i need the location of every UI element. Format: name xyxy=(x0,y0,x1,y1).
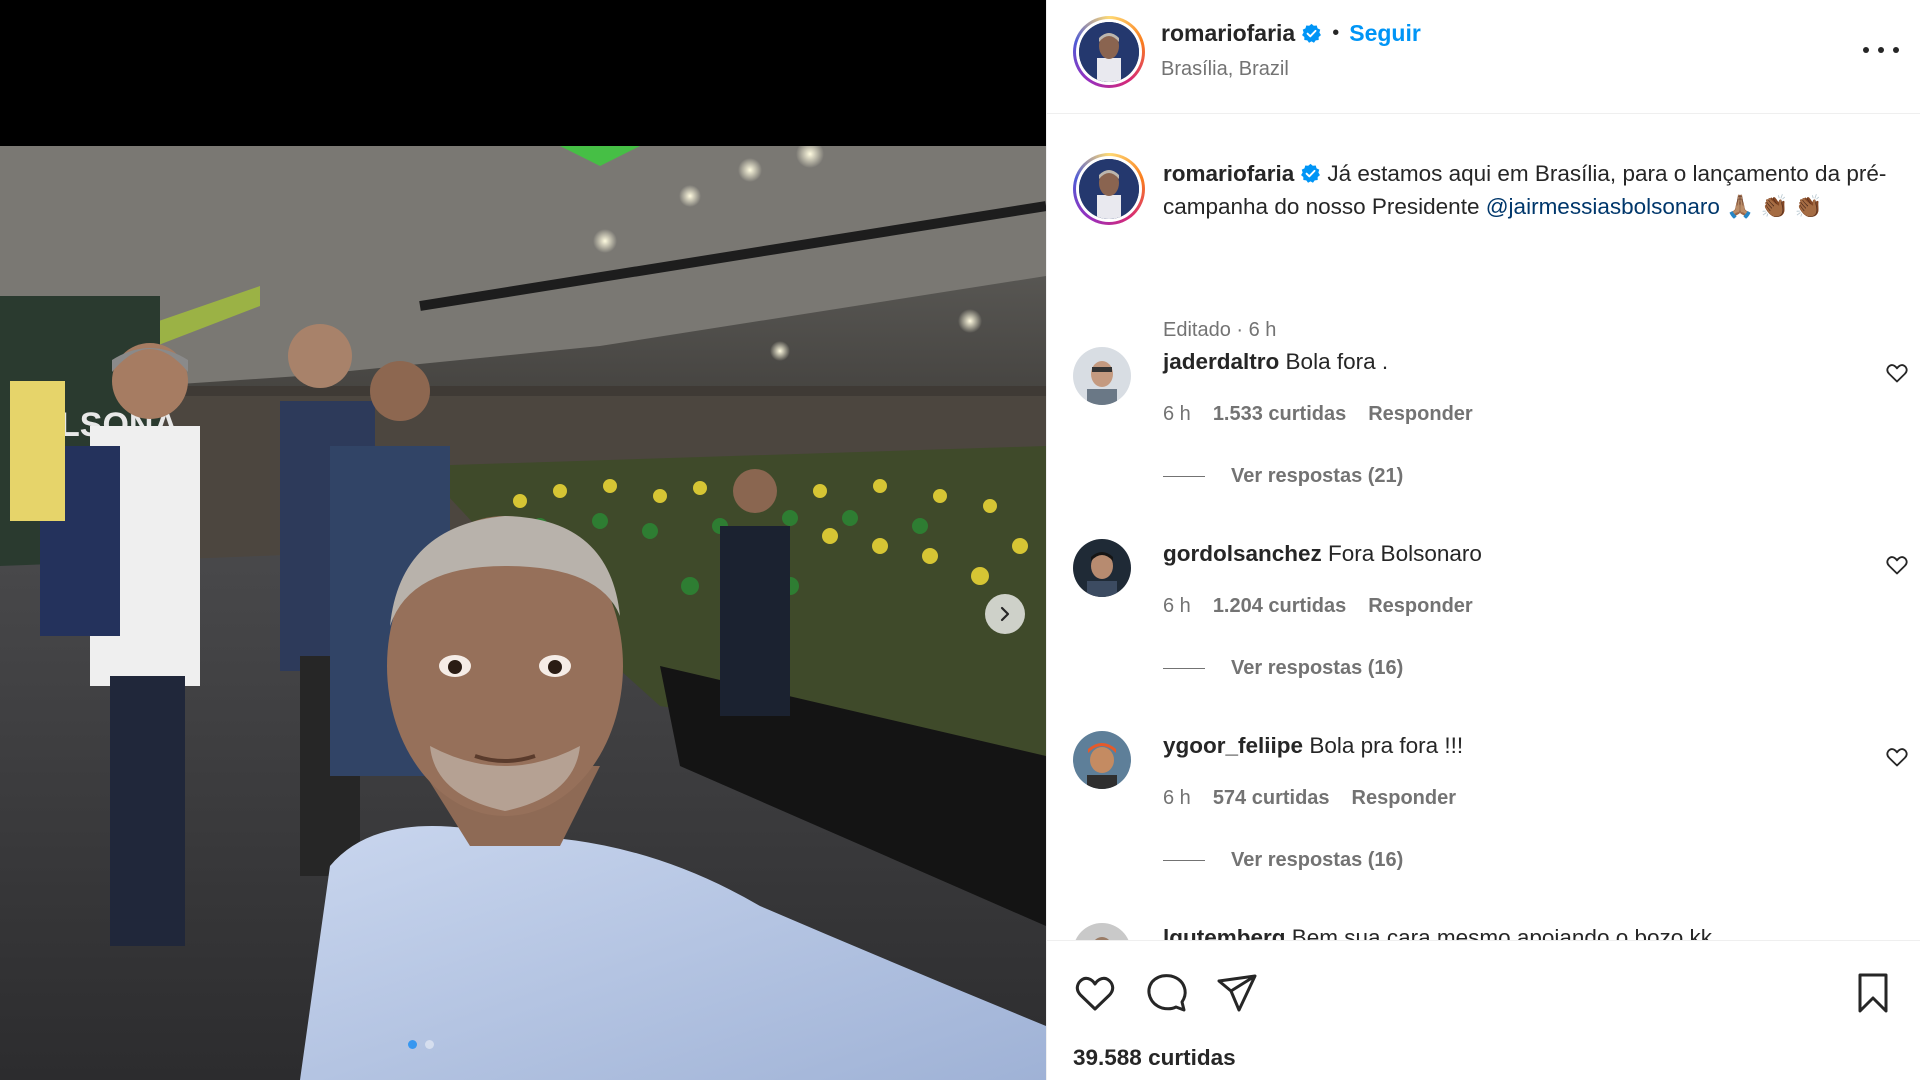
reply-button[interactable]: Responder xyxy=(1368,403,1472,426)
caption-emojis: 🙏🏽 👏🏾 👏🏾 xyxy=(1726,194,1823,219)
comment-content: ygoor_feliipe Bola pra fora !!! xyxy=(1163,733,1463,759)
caption-mention-link[interactable]: @jairmessiasbolsonaro xyxy=(1486,194,1720,219)
heart-icon[interactable] xyxy=(1885,361,1909,385)
event-crowd-photo: BOLSONA xyxy=(0,146,1046,1080)
chevron-right-icon xyxy=(1000,606,1010,622)
avatar-image xyxy=(1079,159,1139,219)
heart-icon[interactable] xyxy=(1073,971,1117,1015)
comment-text: Bem sua cara mesmo apoiando o bozo kk xyxy=(1291,925,1713,940)
comment-time[interactable]: 6 h xyxy=(1163,403,1191,426)
carousel-indicator xyxy=(408,1040,434,1049)
caption-username[interactable]: romariofaria xyxy=(1163,161,1294,186)
replies-divider xyxy=(1163,860,1205,861)
heart-icon[interactable] xyxy=(1885,745,1909,769)
header-title-line: romariofaria • Seguir xyxy=(1161,20,1421,47)
post-media[interactable]: BOLSONA xyxy=(0,0,1046,1080)
avatar-image xyxy=(1073,539,1131,597)
view-replies-label: Ver respostas (21) xyxy=(1231,465,1404,487)
comment-content: jaderdaltro Bola fora . xyxy=(1163,349,1388,375)
view-replies-button[interactable]: Ver respostas (21) xyxy=(1163,465,1403,488)
commenter-username[interactable]: jaderdaltro xyxy=(1163,349,1279,374)
comment-meta: 6 h 1.204 curtidas Responder xyxy=(1163,595,1473,618)
comment-content: lgutemberg Bem sua cara mesmo apoiando o… xyxy=(1163,925,1712,940)
commenter-avatar[interactable] xyxy=(1073,923,1131,940)
comment-icon[interactable] xyxy=(1145,971,1189,1015)
heart-icon[interactable] xyxy=(1885,553,1909,577)
avatar-image xyxy=(1073,347,1131,405)
more-options-icon[interactable] xyxy=(1863,36,1899,64)
commenter-avatar[interactable] xyxy=(1073,731,1131,789)
avatar-image xyxy=(1073,731,1131,789)
carousel-dot xyxy=(425,1040,434,1049)
commenter-username[interactable]: lgutemberg xyxy=(1163,925,1286,940)
comment-like-count[interactable]: 574 curtidas xyxy=(1213,787,1330,810)
commenter-username[interactable]: gordolsanchez xyxy=(1163,541,1322,566)
comment-meta: 6 h 1.533 curtidas Responder xyxy=(1163,403,1473,426)
share-icon[interactable] xyxy=(1215,971,1259,1015)
commenter-avatar[interactable] xyxy=(1073,347,1131,405)
follow-button[interactable]: Seguir xyxy=(1349,20,1421,47)
post-photo[interactable]: BOLSONA xyxy=(0,146,1046,1080)
view-replies-button[interactable]: Ver respostas (16) xyxy=(1163,657,1403,680)
post-header: romariofaria • Seguir Brasília, Brazil xyxy=(1047,0,1920,114)
comment-text: Bola fora . xyxy=(1285,349,1389,374)
replies-divider xyxy=(1163,668,1205,669)
avatar-image xyxy=(1073,923,1131,940)
caption-edited-time: Editado · 6 h xyxy=(1163,319,1277,341)
caption-text: romariofaria Já estamos aqui em Brasília… xyxy=(1163,157,1903,223)
replies-divider xyxy=(1163,476,1205,477)
view-replies-button[interactable]: Ver respostas (16) xyxy=(1163,849,1403,872)
reply-button[interactable]: Responder xyxy=(1368,595,1472,618)
comment-content: gordolsanchez Fora Bolsonaro xyxy=(1163,541,1482,567)
carousel-dot-active xyxy=(408,1040,417,1049)
comment-time[interactable]: 6 h xyxy=(1163,787,1191,810)
comment-like-count[interactable]: 1.533 curtidas xyxy=(1213,403,1346,426)
commenter-avatar[interactable] xyxy=(1073,539,1131,597)
comment-meta: 6 h 574 curtidas Responder xyxy=(1163,787,1456,810)
post-action-bar: 39.588 curtidas xyxy=(1047,940,1920,1080)
caption-author-avatar[interactable] xyxy=(1073,153,1145,225)
verified-badge-icon xyxy=(1302,23,1322,43)
comment-text: Fora Bolsonaro xyxy=(1328,541,1482,566)
separator-dot: • xyxy=(1332,22,1340,44)
commenter-username[interactable]: ygoor_feliipe xyxy=(1163,733,1303,758)
reply-button[interactable]: Responder xyxy=(1352,787,1456,810)
bookmark-icon[interactable] xyxy=(1851,971,1895,1015)
post-side-panel: romariofaria • Seguir Brasília, Brazil r… xyxy=(1046,0,1920,1080)
comment-time[interactable]: 6 h xyxy=(1163,595,1191,618)
author-username[interactable]: romariofaria xyxy=(1161,20,1295,47)
carousel-next-button[interactable] xyxy=(985,594,1025,634)
view-replies-label: Ver respostas (16) xyxy=(1231,849,1404,871)
author-avatar[interactable] xyxy=(1073,16,1145,88)
view-replies-label: Ver respostas (16) xyxy=(1231,657,1404,679)
comment-like-count[interactable]: 1.204 curtidas xyxy=(1213,595,1346,618)
avatar-image xyxy=(1079,22,1139,82)
comments-list[interactable]: romariofaria Já estamos aqui em Brasília… xyxy=(1047,115,1920,940)
likes-count[interactable]: 39.588 curtidas xyxy=(1073,1045,1236,1071)
post-location[interactable]: Brasília, Brazil xyxy=(1161,58,1289,81)
verified-badge-icon xyxy=(1301,163,1321,183)
comment-text: Bola pra fora !!! xyxy=(1309,733,1464,758)
